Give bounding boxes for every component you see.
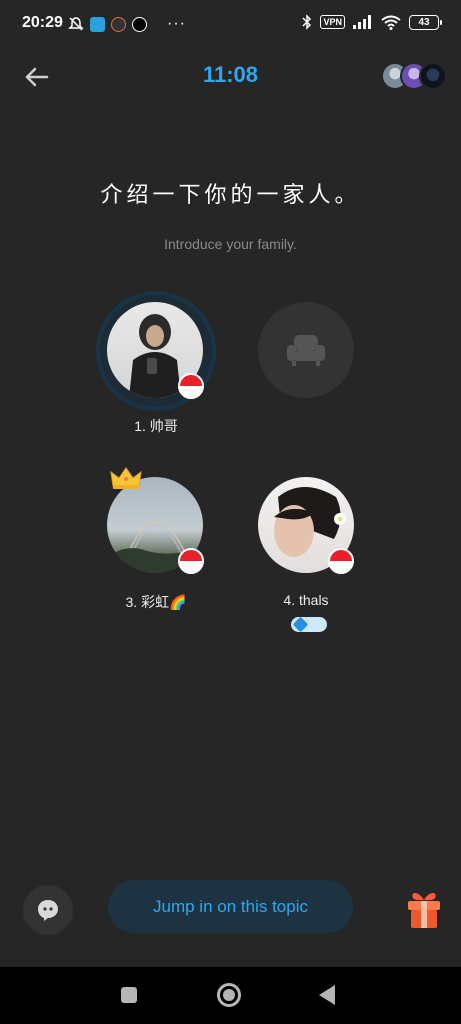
bluetooth-icon: [302, 14, 312, 30]
mute-icon: [68, 17, 84, 31]
back-button[interactable]: [22, 62, 52, 92]
seat-label: 3. 彩虹🌈: [125, 594, 187, 610]
jump-in-button[interactable]: Jump in on this topic: [108, 880, 353, 933]
nav-back-button[interactable]: [319, 985, 335, 1005]
recents-button[interactable]: [121, 987, 137, 1003]
crown-icon: [110, 467, 142, 489]
topic-title: 介绍一下你的一家人。: [100, 182, 361, 207]
topic-subtitle: Introduce your family.: [164, 236, 297, 252]
home-button[interactable]: [217, 983, 241, 1007]
more-notifications-icon: ···: [167, 15, 186, 32]
seat-label: 4. thals: [283, 592, 329, 608]
indonesia-flag-icon: [178, 373, 204, 399]
gift-icon: [408, 893, 440, 928]
gem-badge: [291, 617, 327, 632]
indonesia-flag-icon: [178, 548, 204, 574]
gift-button[interactable]: [404, 888, 444, 930]
system-nav-bar: [0, 967, 461, 1024]
armchair-icon: [287, 335, 325, 366]
battery-indicator: 43: [409, 14, 442, 30]
app-icon: [111, 16, 126, 32]
vpn-badge: VPN: [320, 15, 345, 29]
status-bar: 20:29 ··· VPN 43: [0, 0, 461, 48]
seat-label: 1. 帅哥: [134, 418, 178, 434]
indonesia-flag-icon: [328, 548, 354, 574]
wifi-icon: [381, 15, 401, 30]
notification-icons: ···: [68, 15, 186, 33]
signal-icon: [353, 15, 371, 29]
chat-button[interactable]: [23, 885, 73, 935]
participant-avatar: [419, 62, 447, 90]
telegram-icon: [90, 16, 105, 32]
empty-seat[interactable]: [258, 302, 354, 398]
threads-icon: [132, 16, 147, 32]
gem-icon: [292, 617, 309, 632]
status-time: 20:29: [22, 14, 63, 31]
chat-bubble-icon: [38, 900, 58, 921]
system-icons: VPN 43: [302, 14, 442, 30]
participants-avatars[interactable]: [381, 62, 449, 92]
arrow-left-icon: [25, 67, 49, 87]
